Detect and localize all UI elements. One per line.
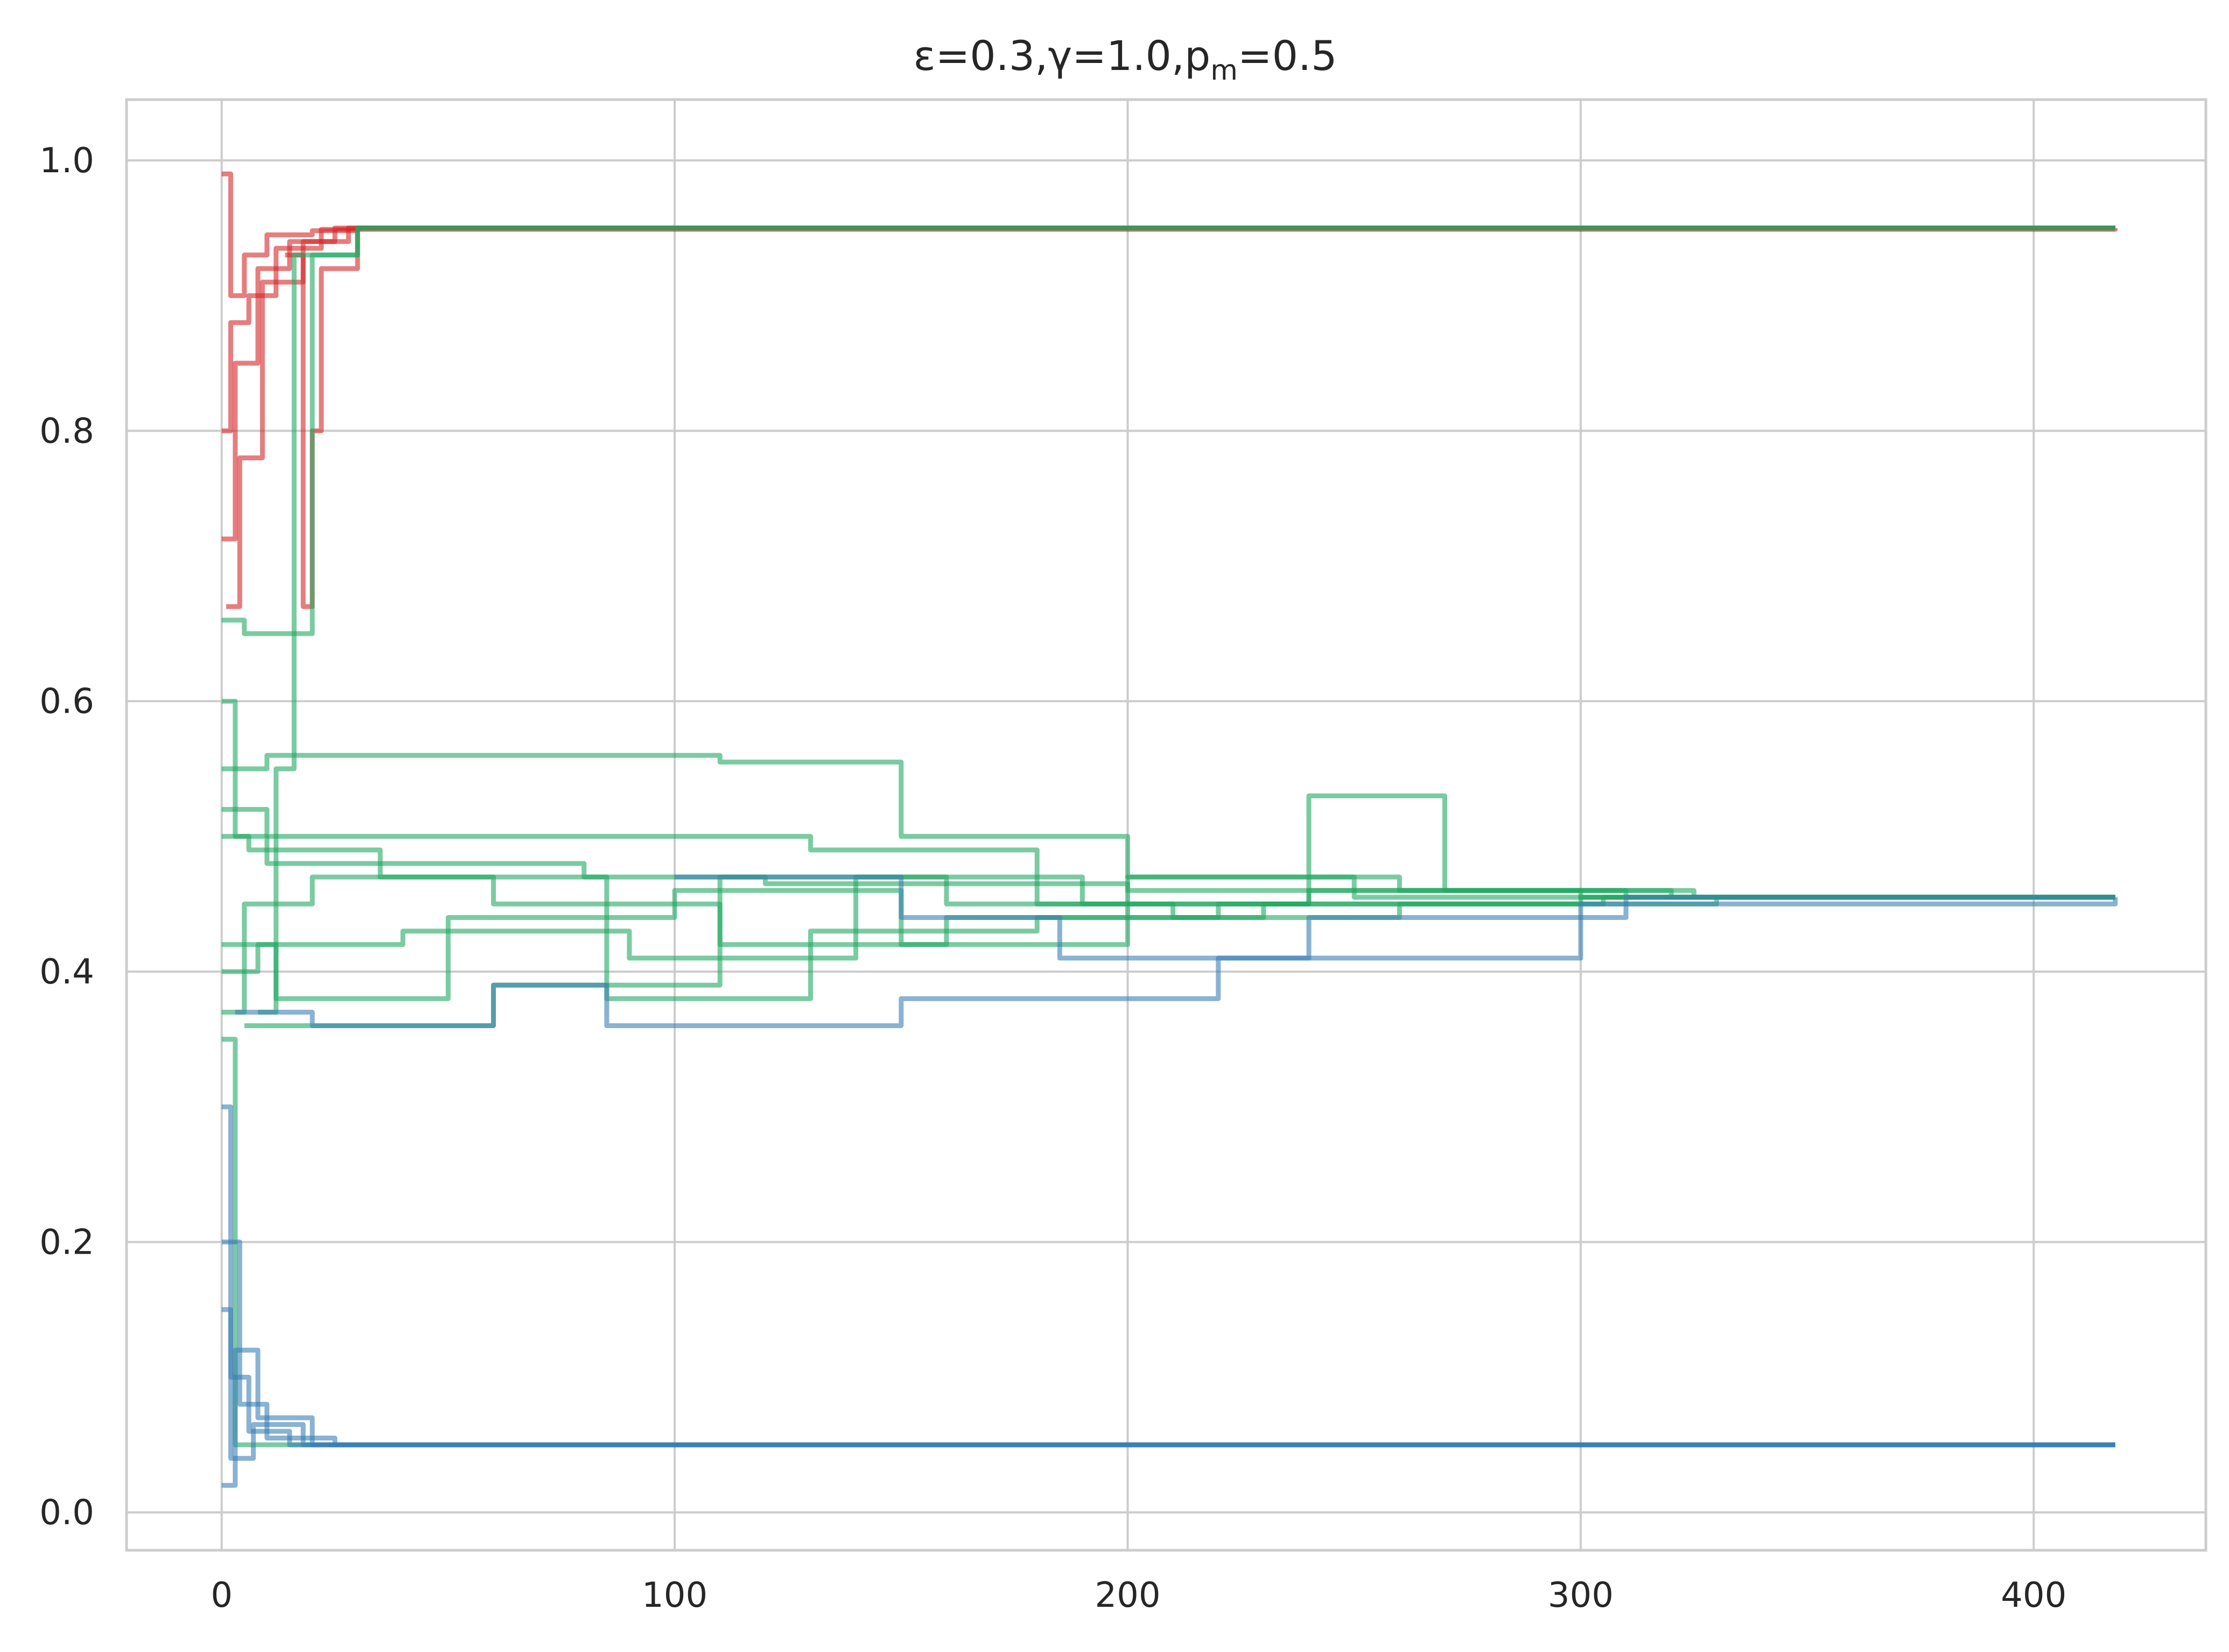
x-tick-labels: 0 100 200 300 400 (211, 1576, 2066, 1615)
chart-title-main: ε=0.3,γ=1.0,p (914, 32, 1211, 80)
y-tick-label: 0.8 (39, 411, 94, 451)
x-tick-label: 100 (642, 1576, 707, 1615)
x-tick-label: 200 (1095, 1576, 1160, 1615)
y-tick-label: 0.0 (39, 1493, 94, 1533)
y-tick-label: 1.0 (39, 141, 94, 181)
chart-title-subscript: m (1210, 54, 1238, 87)
chart-title: ε=0.3,γ=1.0,pm=0.5 (914, 32, 1337, 87)
x-tick-label: 400 (2001, 1576, 2066, 1615)
x-tick-label: 0 (211, 1576, 233, 1615)
line-chart: 0 100 200 300 400 0.0 0.2 0.4 0.6 0.8 1.0 ε=0.3,γ… (39, 32, 2207, 1615)
y-tick-label: 0.4 (39, 952, 94, 992)
chart-container: 0 100 200 300 400 0.0 0.2 0.4 0.6 0.8 1.0 ε=0.3,γ… (0, 0, 2229, 1649)
y-tick-labels: 0.0 0.2 0.4 0.6 0.8 1.0 (39, 141, 94, 1533)
y-tick-label: 0.6 (39, 682, 94, 722)
x-tick-label: 300 (1548, 1576, 1614, 1615)
plot-background (127, 100, 2206, 1550)
y-tick-label: 0.2 (39, 1222, 94, 1262)
chart-title-tail: =0.5 (1238, 32, 1337, 80)
